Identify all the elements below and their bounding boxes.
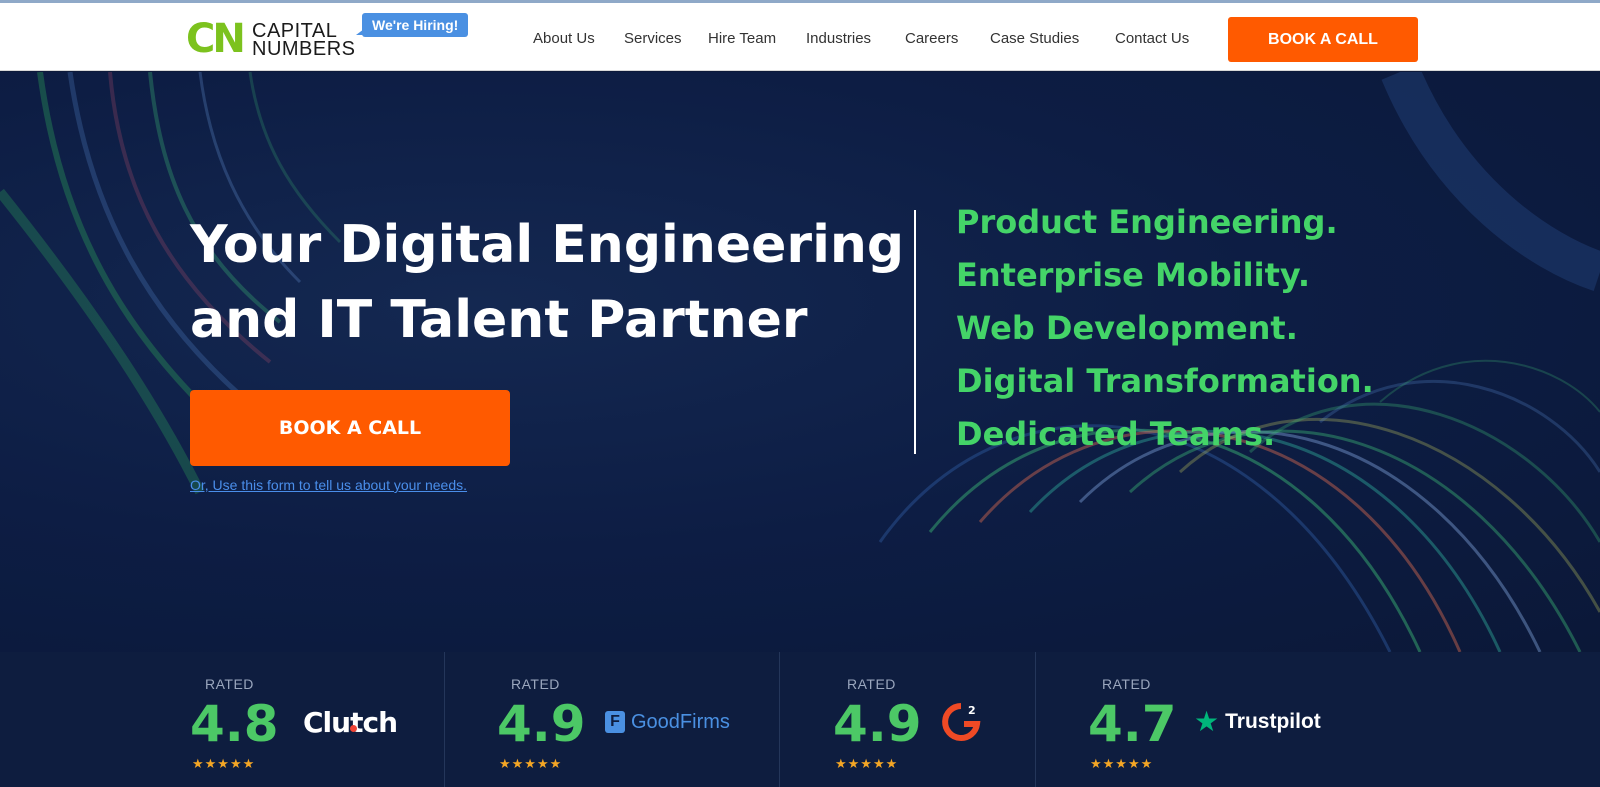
nav-hire-team[interactable]: Hire Team [708, 29, 776, 49]
rating-score: 4.9 [497, 695, 586, 753]
rated-label: RATED [847, 676, 896, 692]
hero-section: Your Digital Engineering and IT Talent P… [0, 72, 1600, 652]
hero-headline-line-2: and IT Talent Partner [190, 290, 808, 350]
logo-word-numbers: NUMBERS [252, 38, 356, 60]
clutch-wordmark: Clutch [303, 705, 398, 739]
service-digital-transformation: Digital Transformation. [956, 362, 1374, 400]
service-enterprise-mobility: Enterprise Mobility. [956, 256, 1310, 294]
nav-careers[interactable]: Careers [905, 29, 958, 49]
capital-numbers-logo[interactable]: CN CAPITAL NUMBERS [186, 17, 361, 61]
rating-score: 4.9 [833, 695, 922, 753]
clutch-dot-icon [350, 725, 357, 732]
star-rating: ★★★★★ [1090, 756, 1154, 771]
trustpilot-star-icon: ★ [1194, 706, 1220, 737]
g2-logo-icon: 2 [942, 703, 981, 741]
contact-form-link[interactable]: Or, Use this form to tell us about your … [190, 477, 467, 493]
nav-case-studies[interactable]: Case Studies [990, 29, 1079, 49]
trustpilot-wordmark: Trustpilot [1225, 710, 1321, 733]
star-rating: ★★★★★ [499, 756, 563, 771]
nav-contact-us[interactable]: Contact Us [1115, 29, 1189, 49]
service-web-development: Web Development. [956, 309, 1298, 347]
rating-g2[interactable]: RATED 4.9 ★★★★★ 2 [780, 652, 1035, 787]
service-dedicated-teams: Dedicated Teams. [956, 415, 1276, 453]
goodfirms-wordmark: GoodFirms [631, 710, 730, 733]
rated-label: RATED [1102, 676, 1151, 692]
g2-logo: 2 [940, 702, 982, 742]
nav-industries[interactable]: Industries [806, 29, 871, 49]
ratings-bar: RATED 4.8 ★★★★★ Clutch RATED 4.9 ★★★★★ F… [0, 652, 1600, 787]
hero-book-a-call-button[interactable]: BOOK A CALL [190, 390, 510, 466]
header-book-a-call-button[interactable]: BOOK A CALL [1228, 17, 1418, 62]
rating-clutch[interactable]: RATED 4.8 ★★★★★ Clutch [0, 652, 444, 787]
svg-text:2: 2 [968, 704, 976, 717]
star-rating: ★★★★★ [192, 756, 256, 771]
rating-goodfirms[interactable]: RATED 4.9 ★★★★★ F GoodFirms [445, 652, 779, 787]
site-header: CN CAPITAL NUMBERS We're Hiring! About U… [0, 3, 1600, 71]
rated-label: RATED [205, 676, 254, 692]
trustpilot-logo: ★ Trustpilot [1194, 702, 1321, 742]
goodfirms-logo: F GoodFirms [605, 702, 730, 742]
rating-score: 4.8 [190, 695, 279, 753]
goodfirms-mark-icon: F [605, 711, 625, 733]
hiring-badge[interactable]: We're Hiring! [355, 13, 469, 37]
logo-mark: CN [186, 16, 246, 62]
star-rating: ★★★★★ [835, 756, 899, 771]
rating-trustpilot[interactable]: RATED 4.7 ★★★★★ ★ Trustpilot [1036, 652, 1436, 787]
nav-about-us[interactable]: About Us [533, 29, 595, 49]
service-product-engineering: Product Engineering. [956, 203, 1338, 241]
nav-services[interactable]: Services [624, 29, 682, 49]
clutch-logo: Clutch [303, 702, 398, 742]
hero-divider [914, 210, 916, 454]
rating-score: 4.7 [1088, 695, 1177, 753]
hero-headline-line-1: Your Digital Engineering [190, 215, 905, 275]
rated-label: RATED [511, 676, 560, 692]
